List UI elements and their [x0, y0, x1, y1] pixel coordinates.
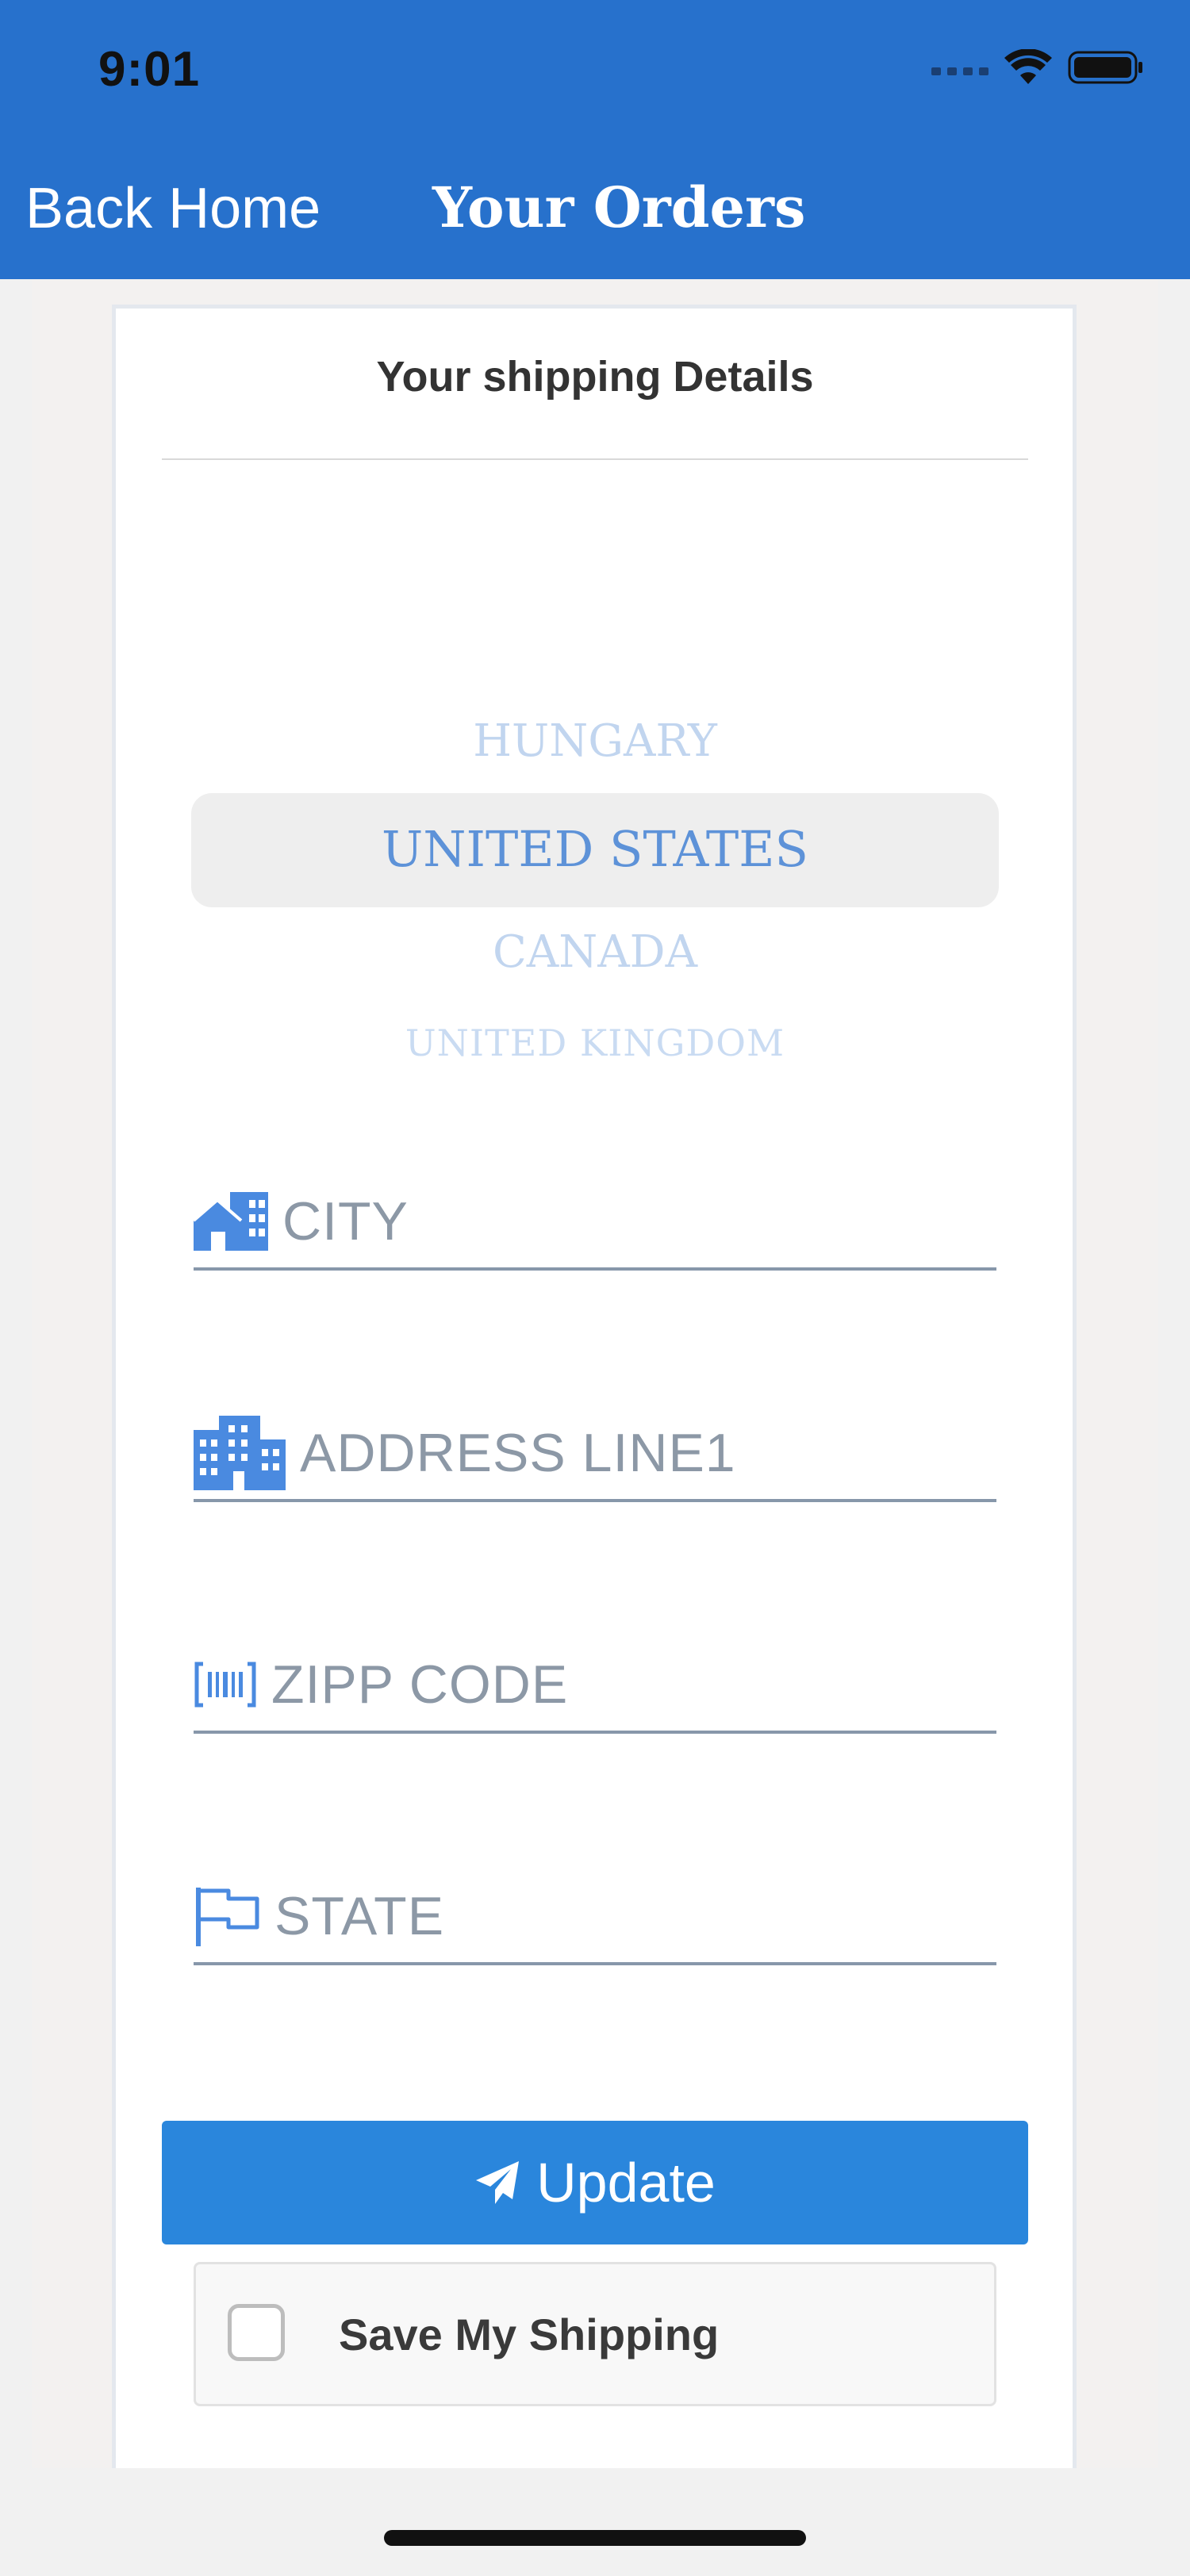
save-shipping-checkbox[interactable]: [228, 2304, 285, 2361]
update-button-label: Update: [536, 2152, 716, 2214]
save-shipping-label: Save My Shipping: [339, 2310, 720, 2359]
paper-plane-icon: [474, 2160, 520, 2206]
flag-icon: [194, 1886, 260, 1946]
state-field[interactable]: STATE: [194, 1870, 996, 1965]
zip-code-placeholder: ZIPP CODE: [271, 1654, 569, 1715]
city-placeholder: CITY: [282, 1191, 409, 1252]
city-field[interactable]: CITY: [194, 1175, 996, 1271]
address-line1-field[interactable]: ADDRESS LINE1: [194, 1407, 996, 1502]
back-home-button[interactable]: Back Home: [25, 176, 321, 241]
city-icon: [194, 1192, 268, 1251]
app-header: 9:01 Back Home Your Orders: [0, 0, 1190, 279]
picker-option[interactable]: HUNGARY: [0, 715, 1190, 767]
cellular-signal-icon: [931, 59, 988, 79]
picker-option[interactable]: CANADA: [0, 926, 1190, 978]
status-icons: [931, 48, 1144, 90]
battery-icon: [1068, 49, 1144, 90]
card-divider: [162, 458, 1028, 460]
building-icon: [194, 1416, 286, 1490]
update-button[interactable]: Update: [162, 2121, 1028, 2244]
picker-option-selected[interactable]: UNITED STATES: [0, 820, 1190, 878]
home-indicator: [384, 2530, 806, 2546]
save-shipping-row[interactable]: Save My Shipping: [194, 2262, 996, 2406]
barcode-icon: [194, 1661, 257, 1708]
state-placeholder: STATE: [274, 1886, 445, 1946]
address-line1-placeholder: ADDRESS LINE1: [300, 1423, 736, 1483]
zip-code-field[interactable]: ZIPP CODE: [194, 1639, 996, 1734]
picker-option[interactable]: UNITED KINGDOM: [0, 1022, 1190, 1064]
wifi-icon: [1004, 48, 1052, 90]
status-time: 9:01: [98, 42, 201, 97]
card-title: Your shipping Details: [376, 353, 814, 401]
page-title: Your Orders: [432, 174, 806, 240]
